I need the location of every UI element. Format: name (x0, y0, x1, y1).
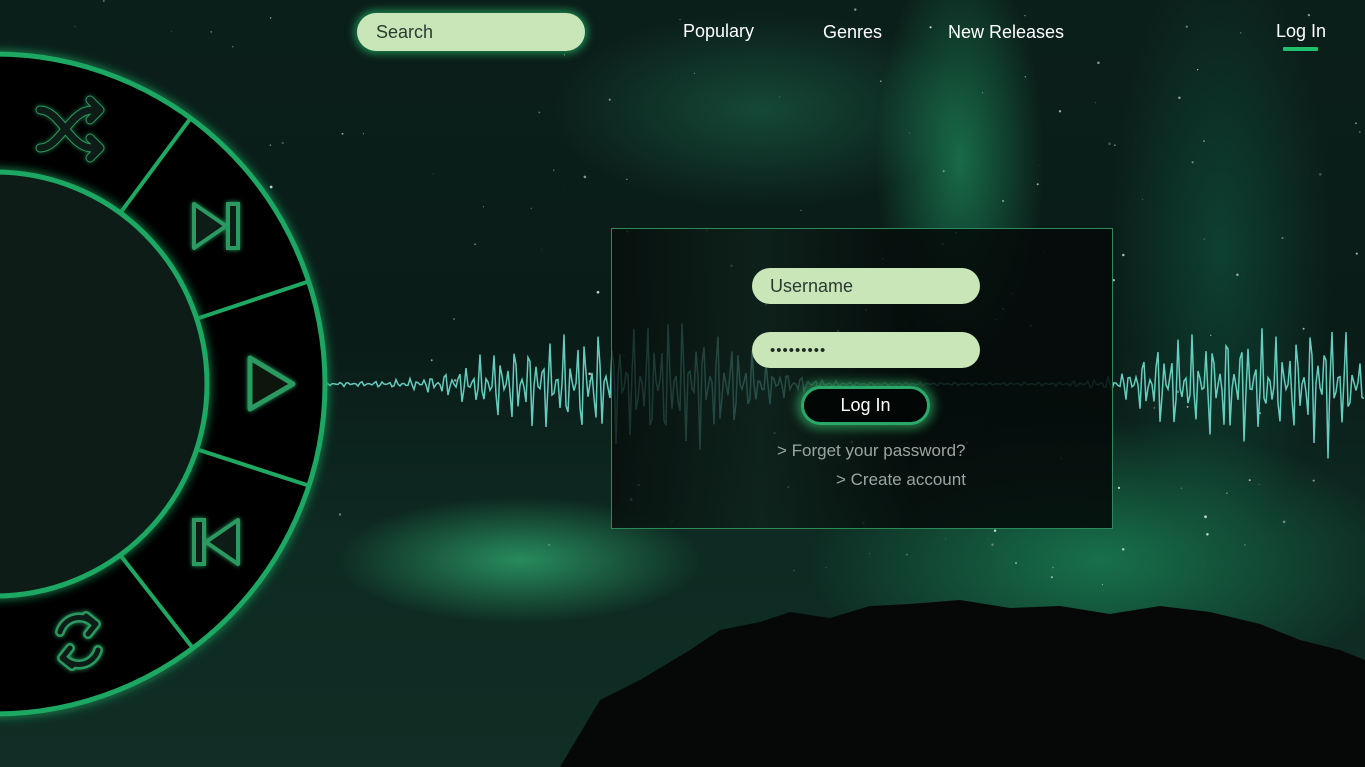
star (608, 98, 611, 101)
star (1318, 173, 1322, 176)
star (1203, 140, 1205, 142)
star (626, 178, 628, 180)
star (1186, 406, 1189, 408)
star (1191, 161, 1194, 164)
star (1178, 96, 1181, 100)
star (362, 133, 365, 135)
star (1121, 548, 1125, 551)
star (1117, 486, 1121, 490)
star (1282, 520, 1286, 524)
forgot-password-link[interactable]: > Forget your password? (777, 441, 966, 461)
star (1015, 562, 1017, 564)
player-control-wheel (0, 51, 328, 717)
nav-link-populary[interactable]: Populary (683, 21, 754, 42)
star (583, 175, 587, 179)
star (854, 8, 857, 11)
star (563, 54, 565, 56)
star (564, 188, 565, 189)
search-input[interactable] (357, 13, 585, 51)
star (548, 543, 551, 547)
star (1240, 32, 1242, 34)
star (1307, 13, 1311, 17)
star (1196, 68, 1199, 71)
star (1258, 483, 1260, 485)
star (453, 379, 457, 382)
star (1204, 515, 1207, 519)
star (538, 111, 541, 114)
star (693, 72, 695, 74)
star (991, 543, 994, 546)
star (1153, 406, 1156, 409)
star (942, 170, 945, 173)
star (778, 96, 781, 98)
username-field[interactable] (752, 268, 980, 304)
nav-login-link[interactable]: Log In (1276, 21, 1326, 42)
star (553, 169, 555, 171)
star (430, 359, 433, 362)
star (1024, 76, 1026, 78)
star (1355, 252, 1358, 255)
star (909, 132, 911, 134)
star (793, 569, 795, 572)
star (432, 173, 434, 175)
star (1281, 236, 1284, 240)
star (906, 553, 908, 556)
star (1226, 492, 1228, 494)
star (1038, 164, 1040, 166)
star (1206, 533, 1209, 536)
star (679, 19, 681, 21)
star (1354, 122, 1357, 125)
star (1101, 584, 1103, 586)
star (1050, 576, 1053, 579)
star (530, 207, 533, 210)
star (1236, 273, 1239, 276)
star (474, 243, 476, 246)
nav-link-new-releases[interactable]: New Releases (948, 22, 1064, 43)
star (987, 538, 989, 540)
star (482, 206, 485, 208)
star (588, 372, 591, 376)
star (1002, 199, 1005, 203)
aurora-background: Populary Genres New Releases Log In (0, 0, 1365, 767)
star (1185, 25, 1188, 28)
active-nav-indicator (1283, 47, 1318, 51)
star (1142, 198, 1144, 200)
star (1312, 479, 1315, 482)
star (1095, 102, 1097, 104)
star (1180, 487, 1182, 489)
star (1122, 253, 1125, 257)
star (1358, 131, 1361, 133)
star (596, 290, 600, 294)
star (453, 318, 455, 320)
star (541, 249, 543, 251)
star (1114, 144, 1116, 146)
star (879, 80, 882, 83)
star (1248, 479, 1251, 482)
star (1210, 334, 1212, 336)
star (1244, 544, 1246, 546)
star (945, 538, 947, 540)
star (825, 566, 827, 568)
star (1097, 61, 1100, 65)
star (1036, 183, 1039, 186)
star (1301, 43, 1303, 45)
star (341, 132, 344, 135)
star (993, 529, 997, 532)
star (1052, 566, 1054, 569)
star (869, 552, 870, 554)
star (1024, 14, 1026, 17)
star (1108, 142, 1111, 145)
star (1058, 110, 1062, 113)
star (674, 72, 676, 74)
nav-link-genres[interactable]: Genres (823, 22, 882, 43)
password-field[interactable] (752, 332, 980, 368)
star (929, 26, 932, 29)
star (1302, 327, 1305, 330)
star (800, 209, 802, 212)
mountain-silhouette (560, 600, 1365, 767)
create-account-link[interactable]: > Create account (836, 470, 966, 490)
login-button[interactable]: Log In (801, 386, 930, 425)
star (981, 92, 983, 94)
star (1203, 238, 1205, 240)
